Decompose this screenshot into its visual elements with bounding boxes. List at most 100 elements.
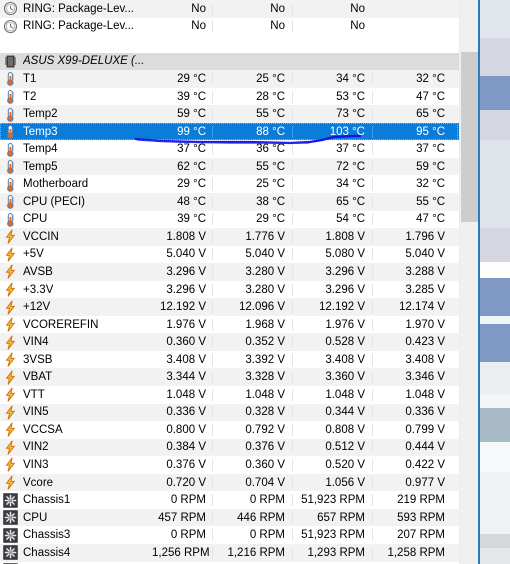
table-row[interactable]: Motherboard 29 °C 25 °C 34 °C 32 °C — [0, 175, 459, 194]
value-cell: 0.977 V — [372, 476, 452, 489]
table-row[interactable]: CPU (PECI) 48 °C 38 °C 65 °C 55 °C — [0, 193, 459, 211]
sensor-label: CPU (PECI) — [23, 195, 85, 208]
sensor-label-cell[interactable]: VCCSA — [0, 422, 152, 438]
sensor-label-cell[interactable]: Temp3 — [0, 124, 152, 139]
sensor-label: VIN5 — [23, 406, 49, 419]
sensor-label-cell[interactable]: Temp5 — [0, 159, 152, 174]
table-row[interactable]: VBAT 3.344 V 3.328 V 3.360 V 3.346 V — [0, 368, 459, 387]
value-cell: 3.328 V — [212, 371, 292, 384]
table-row[interactable]: 3VSB 3.408 V 3.392 V 3.408 V 3.408 V — [0, 350, 459, 369]
table-row[interactable]: CPU 457 RPM 446 RPM 657 RPM 593 RPM — [0, 508, 459, 527]
sensor-label: AVSB — [23, 265, 53, 278]
sensor-label-cell[interactable]: 3VSB — [0, 352, 152, 367]
table-row[interactable]: RING: Package-Lev... No No No — [0, 0, 459, 18]
sensor-label-cell[interactable]: CPU — [0, 212, 152, 227]
table-row[interactable]: VIN2 0.384 V 0.376 V 0.512 V 0.444 V — [0, 438, 459, 457]
value-cell: 73 °C — [292, 108, 372, 121]
thermometer-icon — [3, 194, 18, 210]
value-cell: 51,923 RPM — [292, 529, 372, 542]
sensor-label-cell[interactable]: T2 — [0, 89, 152, 104]
value-cell: 3.296 V — [166, 265, 206, 278]
sensor-label-cell[interactable]: VIN3 — [0, 457, 152, 473]
table-row[interactable]: +3.3V 3.296 V 3.280 V 3.296 V 3.285 V — [0, 280, 459, 299]
sensor-label-cell[interactable]: VCOREREFIN — [0, 317, 152, 332]
value-cell: 0.512 V — [292, 441, 372, 454]
sensor-label-cell[interactable]: RING: Package-Lev... — [0, 1, 152, 16]
sensor-label-cell[interactable]: CPU — [0, 510, 152, 525]
table-row[interactable]: Chassis3 0 RPM 0 RPM 51,923 RPM 207 RPM — [0, 526, 459, 544]
scrollbar-thumb[interactable] — [461, 52, 478, 222]
thermometer-icon — [3, 177, 18, 192]
group-header-row[interactable]: ASUS X99-DELUXE (... — [0, 52, 459, 71]
sensor-label-cell[interactable]: AVSB — [0, 264, 152, 280]
sensor-label-cell[interactable]: T1 — [0, 71, 152, 87]
table-row[interactable]: VIN4 0.360 V 0.352 V 0.528 V 0.423 V — [0, 333, 459, 351]
value-cell: 1,216 RPM — [212, 546, 292, 559]
table-row[interactable]: VCCIN 1.808 V 1.776 V 1.808 V 1.796 V — [0, 228, 459, 246]
sensor-label-cell[interactable]: Temp4 — [0, 142, 152, 157]
table-row[interactable]: VCOREREFIN 1.976 V 1.968 V 1.976 V 1.970 V — [0, 315, 459, 334]
sensor-label-cell[interactable]: ASUS X99-DELUXE (... — [0, 54, 152, 69]
value-cell: 29 °C — [212, 213, 292, 226]
table-row[interactable]: T2 39 °C 28 °C 53 °C 47 °C — [0, 87, 459, 106]
sensor-label-cell[interactable]: +3.3V — [0, 282, 152, 297]
sensor-label-cell[interactable]: VTT — [0, 387, 152, 403]
table-row[interactable]: Temp4 37 °C 36 °C 37 °C 37 °C — [0, 140, 459, 158]
sensor-label-cell[interactable]: VCCIN — [0, 229, 152, 245]
table-row[interactable]: CPU 39 °C 29 °C 54 °C 47 °C — [0, 210, 459, 229]
sensor-label-cell[interactable]: VIN4 — [0, 335, 152, 350]
thermometer-icon — [3, 142, 18, 157]
table-row[interactable]: RING: Package-Lev... No No No — [0, 17, 459, 36]
sensor-grid[interactable]: RING: Package-Lev... No No No RING: Package-… — [0, 0, 459, 564]
table-row[interactable]: T1 29 °C 25 °C 34 °C 32 °C — [0, 70, 459, 88]
sensor-label-cell[interactable]: Chassis4 — [0, 545, 152, 560]
background-panel-segment — [480, 362, 510, 394]
sensor-label-cell[interactable]: RING: Package-Lev... — [0, 19, 152, 34]
sensor-label-cell[interactable]: Vcore — [0, 475, 152, 490]
sensor-label-cell[interactable]: Motherboard — [0, 177, 152, 192]
voltage-icon — [3, 352, 18, 367]
table-row[interactable]: Vcore 0.720 V 0.704 V 1.056 V 0.977 V — [0, 473, 459, 492]
sensor-label-cell[interactable]: +5V — [0, 247, 152, 262]
sensor-label-cell[interactable]: +12V — [0, 300, 152, 315]
table-row[interactable] — [0, 35, 459, 53]
sensor-label-cell[interactable]: VBAT — [0, 370, 152, 385]
value-cell: 37 °C — [372, 143, 452, 156]
value-cell: 0.360 V — [212, 458, 292, 471]
table-row[interactable]: VIN5 0.336 V 0.328 V 0.344 V 0.336 V — [0, 403, 459, 422]
sensor-label-cell[interactable]: Chassis1 — [0, 492, 152, 508]
table-row[interactable]: Chassis4 1,256 RPM 1,216 RPM 1,293 RPM 1,258… — [0, 543, 459, 562]
value-cell: 39 °C — [177, 213, 206, 226]
sensor-label-cell[interactable] — [0, 36, 152, 51]
value-cell: 0.792 V — [212, 423, 292, 436]
table-row[interactable]: VIN3 0.376 V 0.360 V 0.520 V 0.422 V — [0, 456, 459, 474]
sensor-label-cell[interactable]: VIN2 — [0, 440, 152, 455]
table-row[interactable]: Chassis1 0 RPM 0 RPM 51,923 RPM 219 RPM — [0, 491, 459, 509]
sensor-label-cell[interactable]: CPU (PECI) — [0, 194, 152, 210]
value-cell: 593 RPM — [372, 511, 452, 524]
value-cell: 29 °C — [177, 178, 206, 191]
sensor-label: Motherboard — [23, 178, 89, 191]
value-cell: 103 °C — [292, 125, 372, 138]
table-row[interactable]: Temp3 99 °C 88 °C 103 °C 95 °C — [0, 122, 459, 141]
sensor-label-cell[interactable]: Chassis3 — [0, 527, 152, 543]
value-cell: 1.808 V — [292, 230, 372, 243]
table-row[interactable]: VTT 1.048 V 1.048 V 1.048 V 1.048 V — [0, 386, 459, 404]
sensor-label: Temp4 — [23, 143, 58, 156]
sensor-label: ASUS X99-DELUXE (... — [23, 55, 145, 68]
sensor-label-cell[interactable]: VIN5 — [0, 405, 152, 420]
vertical-scrollbar[interactable] — [459, 0, 478, 564]
value-cell: No — [191, 20, 206, 33]
sensor-label: RING: Package-Lev... — [23, 20, 134, 33]
table-row[interactable]: Temp5 62 °C 55 °C 72 °C 59 °C — [0, 157, 459, 176]
table-row[interactable]: +5V 5.040 V 5.040 V 5.080 V 5.040 V — [0, 245, 459, 264]
value-cell: 47 °C — [372, 213, 452, 226]
table-row[interactable]: Temp2 59 °C 55 °C 73 °C 65 °C — [0, 105, 459, 123]
table-row[interactable]: +12V 12.192 V 12.096 V 12.192 V 12.174 V — [0, 298, 459, 316]
table-row[interactable]: VCCSA 0.800 V 0.792 V 0.808 V 0.799 V — [0, 421, 459, 439]
sensor-label: RING: Package-Lev... — [23, 2, 134, 15]
table-row[interactable]: AVSB 3.296 V 3.280 V 3.296 V 3.288 V — [0, 263, 459, 281]
value-cell: 29 °C — [177, 72, 206, 85]
sensor-label-cell[interactable]: Temp2 — [0, 107, 152, 122]
background-window-edge[interactable] — [478, 0, 510, 564]
